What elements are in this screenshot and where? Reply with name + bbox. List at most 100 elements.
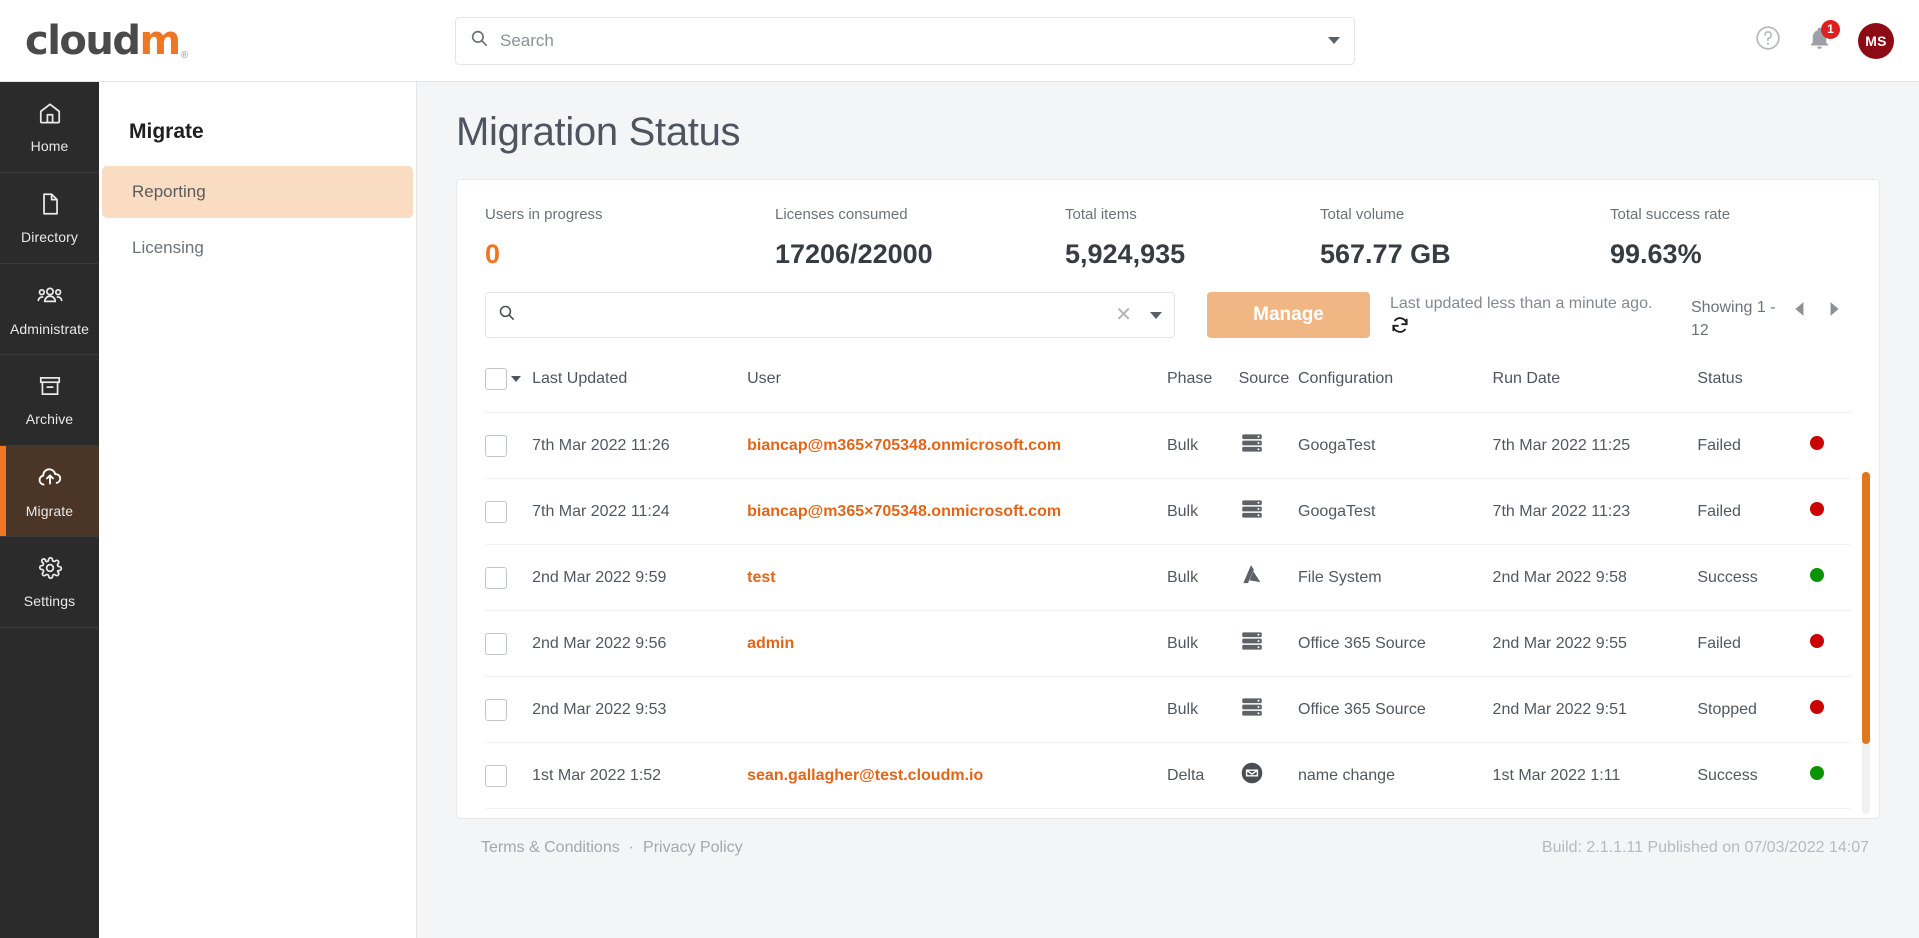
- help-circle-icon: [1755, 25, 1781, 56]
- cell-status-dot: [1810, 413, 1851, 479]
- cell-status-dot: [1810, 677, 1851, 743]
- cell-status-dot: [1810, 743, 1851, 809]
- stat-total-volume: Total volume 567.77 GB: [1292, 206, 1582, 270]
- row-checkbox[interactable]: [485, 435, 507, 457]
- stat-value: 567.77 GB: [1320, 239, 1582, 270]
- search-input[interactable]: [500, 31, 1318, 51]
- sidebar-item-settings[interactable]: Settings: [0, 537, 99, 628]
- avatar[interactable]: MS: [1858, 23, 1894, 59]
- user-link[interactable]: admin: [747, 635, 794, 652]
- sidebar-item-administrate[interactable]: Administrate: [0, 264, 99, 355]
- azure-icon: [1239, 575, 1265, 592]
- sidebar-item-home[interactable]: Home: [0, 82, 99, 173]
- row-select-cell: [485, 413, 532, 479]
- search-box[interactable]: [455, 17, 1355, 65]
- table-row[interactable]: 1st Mar 2022 1:28 smoketestsourceuser Bu…: [485, 809, 1851, 818]
- user-link[interactable]: biancap@m365×705348.onmicrosoft.com: [747, 503, 1061, 520]
- user-link[interactable]: biancap@m365×705348.onmicrosoft.com: [747, 437, 1061, 454]
- select-all-checkbox[interactable]: [485, 368, 507, 390]
- row-checkbox[interactable]: [485, 501, 507, 523]
- search-icon: [470, 29, 488, 52]
- showing-range: Showing 1 - 12: [1691, 296, 1783, 342]
- status-badge: [1810, 502, 1824, 516]
- footer: Terms & Conditions · Privacy Policy Buil…: [442, 819, 1894, 877]
- terms-and-conditions-link[interactable]: Terms & Conditions: [481, 839, 620, 857]
- stat-total-success-rate: Total success rate 99.63%: [1582, 206, 1730, 270]
- sidebar-item-migrate[interactable]: Migrate: [0, 446, 99, 537]
- column-header-last-updated[interactable]: Last Updated: [532, 352, 747, 413]
- logo-text: cloudm: [25, 21, 180, 61]
- notifications-button[interactable]: 1: [1807, 26, 1832, 56]
- chevron-right-icon: [1827, 301, 1841, 322]
- cell-user: [747, 677, 1167, 743]
- cell-status: Stopped: [1697, 677, 1810, 743]
- table-row[interactable]: 2nd Mar 2022 9:59 test Bulk File System …: [485, 545, 1851, 611]
- status-badge: [1810, 568, 1824, 582]
- cell-last-updated: 1st Mar 2022 1:28: [532, 809, 747, 818]
- global-search: [455, 17, 1355, 65]
- cell-configuration: Office 365 Source: [1298, 677, 1493, 743]
- column-header-run-date[interactable]: Run Date: [1493, 352, 1698, 413]
- next-page-button[interactable]: [1817, 296, 1851, 326]
- sidebar-item-label: Directory: [21, 229, 78, 245]
- row-select-cell: [485, 677, 532, 743]
- column-header-source[interactable]: Source: [1239, 352, 1298, 413]
- close-icon[interactable]: ✕: [1107, 305, 1140, 325]
- row-checkbox[interactable]: [485, 567, 507, 589]
- row-checkbox[interactable]: [485, 633, 507, 655]
- subnav-item-licensing[interactable]: Licensing: [102, 222, 413, 274]
- table-row[interactable]: 7th Mar 2022 11:24 biancap@m365×705348.o…: [485, 479, 1851, 545]
- table-row[interactable]: 2nd Mar 2022 9:56 admin Bulk Office 365 …: [485, 611, 1851, 677]
- search-dropdown-icon[interactable]: [1328, 37, 1340, 44]
- subnav-title: Migrate: [99, 106, 416, 166]
- sidebar-item-directory[interactable]: Directory: [0, 173, 99, 264]
- top-bar: cloudm ® 1: [0, 0, 1919, 82]
- migration-status-card: Users in progress 0 Licenses consumed 17…: [456, 179, 1880, 819]
- table-row[interactable]: 1st Mar 2022 1:52 sean.gallagher@test.cl…: [485, 743, 1851, 809]
- server-stack-icon: [1239, 509, 1265, 526]
- cell-phase: Bulk: [1167, 479, 1239, 545]
- document-icon: [37, 191, 63, 222]
- cell-phase: Bulk: [1167, 545, 1239, 611]
- column-header-phase[interactable]: Phase: [1167, 352, 1239, 413]
- stat-users-in-progress: Users in progress 0: [457, 206, 747, 270]
- table-row[interactable]: 2nd Mar 2022 9:53 Bulk Office 365 Source…: [485, 677, 1851, 743]
- cell-status-dot: [1810, 809, 1851, 818]
- cloudm-logo[interactable]: cloudm ®: [25, 21, 125, 61]
- cell-configuration: GoogaTest: [1298, 413, 1493, 479]
- manage-button[interactable]: Manage: [1207, 292, 1370, 338]
- cell-configuration: GoogaTest: [1298, 479, 1493, 545]
- column-header-user[interactable]: User: [747, 352, 1167, 413]
- sidebar-item-archive[interactable]: Archive: [0, 355, 99, 446]
- status-badge: [1810, 700, 1824, 714]
- sidebar-item-label: Home: [31, 138, 69, 154]
- chevron-down-icon[interactable]: [511, 376, 521, 382]
- stat-value: 0: [485, 239, 747, 270]
- column-header-configuration[interactable]: Configuration: [1298, 352, 1493, 413]
- home-icon: [37, 100, 63, 131]
- row-checkbox[interactable]: [485, 699, 507, 721]
- filter-input[interactable]: [525, 306, 1107, 324]
- prev-page-button[interactable]: [1783, 296, 1817, 326]
- stat-label: Users in progress: [485, 206, 747, 223]
- privacy-policy-link[interactable]: Privacy Policy: [643, 839, 743, 857]
- search-icon: [498, 304, 515, 326]
- user-link[interactable]: sean.gallagher@test.cloudm.io: [747, 767, 983, 784]
- refresh-icon[interactable]: [1390, 315, 1410, 340]
- table-row[interactable]: 7th Mar 2022 11:26 biancap@m365×705348.o…: [485, 413, 1851, 479]
- subnav-item-reporting[interactable]: Reporting: [102, 166, 413, 218]
- row-checkbox[interactable]: [485, 765, 507, 787]
- user-link[interactable]: test: [747, 569, 775, 586]
- server-stack-icon: [1239, 707, 1265, 724]
- chevron-down-icon[interactable]: [1150, 312, 1162, 319]
- cell-last-updated: 2nd Mar 2022 9:53: [532, 677, 747, 743]
- cell-run-date: 1st Mar 2022 1:28: [1493, 809, 1698, 818]
- stat-label: Total volume: [1320, 206, 1582, 223]
- stat-label: Licenses consumed: [775, 206, 1037, 223]
- filter-box[interactable]: ✕: [485, 292, 1175, 338]
- column-header-status[interactable]: Status: [1697, 352, 1851, 413]
- table-scrollbar-thumb[interactable]: [1862, 472, 1870, 744]
- help-button[interactable]: [1755, 25, 1781, 56]
- cell-phase: Bulk: [1167, 611, 1239, 677]
- cell-user: smoketestsourceuser: [747, 809, 1167, 818]
